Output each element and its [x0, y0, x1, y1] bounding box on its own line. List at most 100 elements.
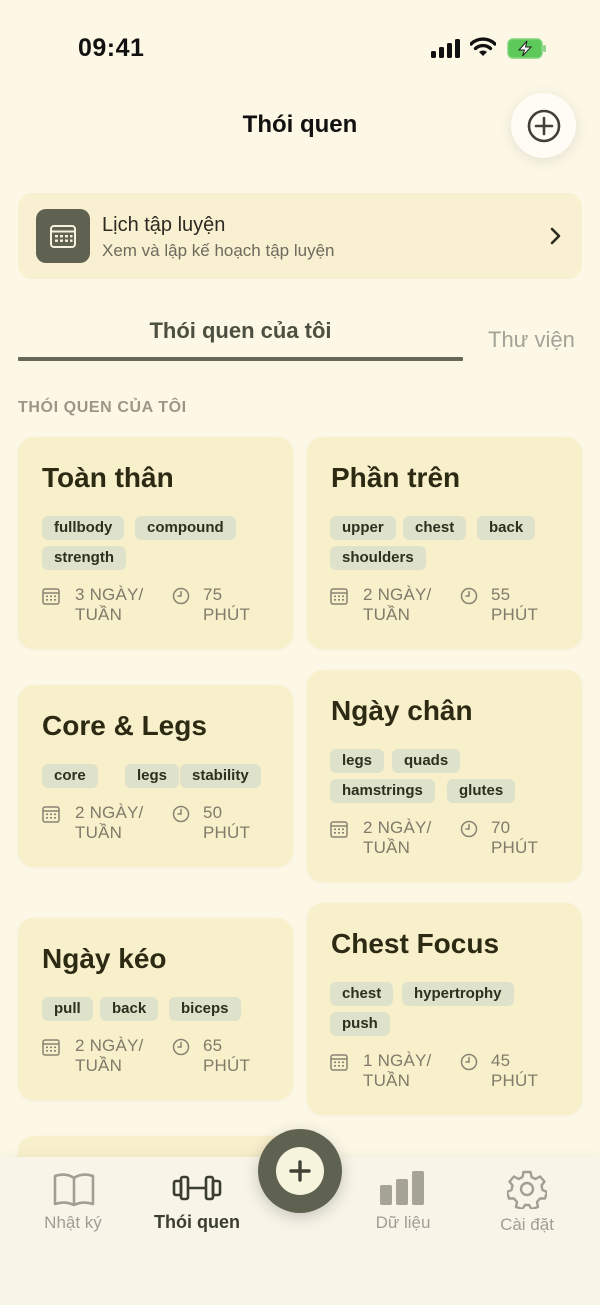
- duration: 50 PHÚT: [203, 803, 250, 843]
- routine-tag: core: [42, 764, 98, 788]
- section-label: THÓI QUEN CỦA TÔI: [18, 399, 187, 416]
- routine-title: Ngày chân: [331, 695, 473, 726]
- schedule-subtitle: Xem và lập kế hoạch tập luyện: [102, 241, 335, 260]
- routine-tag: chest: [330, 982, 394, 1006]
- page-title: Thói quen: [242, 111, 358, 138]
- minutes-value: 55: [491, 585, 511, 604]
- minutes-value: 65: [203, 1036, 223, 1055]
- days-per-week: 2 NGÀY/TUẦN: [75, 803, 143, 843]
- days-unit: TUẦN: [75, 605, 123, 624]
- schedule-icon-box: [36, 209, 90, 263]
- minutes-unit: PHÚT: [203, 605, 251, 624]
- routine-tag: hamstrings: [330, 779, 435, 803]
- calendar-icon: [330, 1053, 348, 1071]
- plus-circle-icon: [527, 109, 560, 142]
- routine-title: Core & Legs: [42, 710, 207, 741]
- plus-icon: [289, 1160, 311, 1182]
- wifi-icon: [470, 37, 496, 56]
- quick-add-button[interactable]: [258, 1129, 342, 1213]
- days-unit: TUẦN: [363, 605, 411, 624]
- routine-tag: shoulders: [330, 546, 426, 570]
- minutes-unit: PHÚT: [203, 823, 251, 842]
- status-bar: 09:41: [0, 0, 600, 96]
- routine-tag: pull: [42, 997, 93, 1021]
- days-per-week: 2 NGÀY/TUẦN: [363, 818, 431, 858]
- days-per-week: 2 NGÀY/TUẦN: [363, 585, 431, 625]
- minutes-value: 45: [491, 1051, 511, 1070]
- days-unit: TUẦN: [363, 838, 411, 857]
- days-value: 2 NGÀY/: [75, 803, 144, 822]
- routine-title: Toàn thân: [42, 462, 174, 493]
- minutes-value: 50: [203, 803, 223, 822]
- days-per-week: 3 NGÀY/TUẦN: [75, 585, 143, 625]
- routine-card[interactable]: Phần trên upper chest back shoulders 2 NGÀY/T…: [307, 437, 582, 649]
- clock-icon: [172, 587, 190, 605]
- routine-tag: back: [100, 997, 159, 1021]
- routine-card[interactable]: Toàn thân fullbody compound strength 3 NGÀY/…: [18, 437, 293, 649]
- duration: 75 PHÚT: [203, 585, 250, 625]
- routine-tag: fullbody: [42, 516, 125, 540]
- minutes-unit: PHÚT: [491, 605, 539, 624]
- nav-item-data[interactable]: Dữ liệu: [360, 1213, 446, 1233]
- routine-tag: hypertrophy: [402, 982, 514, 1006]
- days-unit: TUẦN: [75, 1056, 123, 1075]
- minutes-unit: PHÚT: [491, 838, 539, 857]
- active-tab-indicator: [18, 357, 463, 361]
- routine-tag: legs: [330, 749, 385, 773]
- days-value: 2 NGÀY/: [363, 818, 432, 837]
- routine-tag: biceps: [169, 997, 241, 1021]
- tab-my-routines[interactable]: Thói quen của tôi: [18, 318, 463, 344]
- routine-tag: compound: [135, 516, 236, 540]
- duration: 70 PHÚT: [491, 818, 538, 858]
- clock-icon: [460, 820, 478, 838]
- chevron-right-icon: [550, 227, 561, 245]
- add-routine-button[interactable]: [511, 93, 576, 158]
- routine-title: Phần trên: [331, 462, 461, 493]
- calendar-icon: [42, 1038, 60, 1056]
- calendar-icon: [50, 225, 76, 248]
- minutes-unit: PHÚT: [203, 1056, 251, 1075]
- calendar-icon: [42, 587, 60, 605]
- days-per-week: 1 NGÀY/TUẦN: [363, 1051, 431, 1091]
- routine-card[interactable]: Core & Legs core legs stability 2 NGÀY/TUẦN 5…: [18, 685, 293, 867]
- nav-item-journal[interactable]: Nhật ký: [30, 1213, 116, 1233]
- routine-tag: chest: [403, 516, 467, 540]
- routine-tag: quads: [392, 749, 461, 773]
- nav-item-settings[interactable]: Cài đặt: [484, 1215, 570, 1235]
- days-value: 3 NGÀY/: [75, 585, 144, 604]
- dumbbell-icon: [172, 1175, 222, 1201]
- calendar-icon: [330, 587, 348, 605]
- schedule-card[interactable]: Lịch tập luyện Xem và lập kế hoạch tập l…: [18, 193, 582, 279]
- routine-card[interactable]: Ngày kéo pull back biceps 2 NGÀY/TUẦN 65 PHÚT: [18, 918, 293, 1100]
- routine-tag: stability: [180, 764, 261, 788]
- clock-icon: [460, 1053, 478, 1071]
- nav-item-routines[interactable]: Thói quen: [147, 1212, 247, 1233]
- book-icon: [53, 1173, 95, 1207]
- minutes-unit: PHÚT: [491, 1071, 539, 1090]
- routine-card[interactable]: Ngày chân legs quads hamstrings glutes 2 NGÀY…: [307, 670, 582, 882]
- battery-icon: [507, 38, 546, 59]
- routine-title: Ngày kéo: [42, 943, 167, 974]
- clock-icon: [460, 587, 478, 605]
- routine-tag: strength: [42, 546, 126, 570]
- status-time: 09:41: [78, 34, 145, 62]
- clock-icon: [172, 1038, 190, 1056]
- minutes-value: 70: [491, 818, 511, 837]
- duration: 45 PHÚT: [491, 1051, 538, 1091]
- days-value: 2 NGÀY/: [363, 585, 432, 604]
- tab-library[interactable]: Thư viện: [488, 327, 575, 353]
- days-unit: TUẦN: [75, 823, 123, 842]
- routine-tag: push: [330, 1012, 390, 1036]
- days-unit: TUẦN: [363, 1071, 411, 1090]
- calendar-icon: [330, 820, 348, 838]
- routine-tag: legs: [125, 764, 180, 788]
- calendar-icon: [42, 805, 60, 823]
- routine-title: Chest Focus: [331, 928, 500, 959]
- routine-tag: upper: [330, 516, 396, 540]
- routine-card[interactable]: Chest Focus chest hypertrophy push 1 NGÀY/TU…: [307, 903, 582, 1115]
- schedule-title: Lịch tập luyện: [102, 214, 226, 236]
- minutes-value: 75: [203, 585, 223, 604]
- routine-tag: back: [477, 516, 536, 540]
- duration: 65 PHÚT: [203, 1036, 250, 1076]
- clock-icon: [172, 805, 190, 823]
